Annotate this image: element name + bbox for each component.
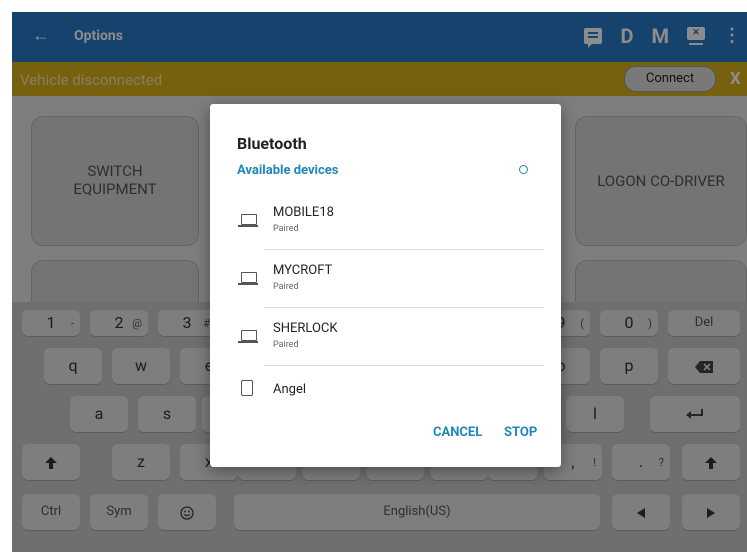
laptop-icon xyxy=(238,214,258,227)
device-item[interactable]: SHERLOCK Paired xyxy=(237,308,544,366)
device-item[interactable]: Angel xyxy=(237,368,544,408)
bluetooth-dialog: Bluetooth Available devices MOBILE18 Pai… xyxy=(210,104,561,467)
scanning-spinner-icon xyxy=(519,165,528,174)
device-name: Angel xyxy=(273,382,307,397)
laptop-icon xyxy=(238,330,258,343)
device-item[interactable]: MYCROFT Paired xyxy=(237,250,544,308)
dialog-title: Bluetooth xyxy=(237,134,307,153)
phone-icon xyxy=(241,380,253,396)
stop-button[interactable]: STOP xyxy=(504,425,537,440)
device-status: Paired xyxy=(273,340,299,350)
device-status: Paired xyxy=(273,224,299,234)
device-name: MYCROFT xyxy=(273,263,333,278)
divider xyxy=(264,365,544,366)
cancel-button[interactable]: CANCEL xyxy=(433,425,482,440)
device-item[interactable]: MOBILE18 Paired xyxy=(237,192,544,250)
device-name: SHERLOCK xyxy=(273,321,338,336)
device-name: MOBILE18 xyxy=(273,205,334,220)
device-status: Paired xyxy=(273,282,299,292)
available-devices-heading: Available devices xyxy=(237,163,339,178)
laptop-icon xyxy=(238,272,258,285)
app-screen: ← Options D M ✕ ⋮ Vehicle disconnected C… xyxy=(12,12,747,552)
